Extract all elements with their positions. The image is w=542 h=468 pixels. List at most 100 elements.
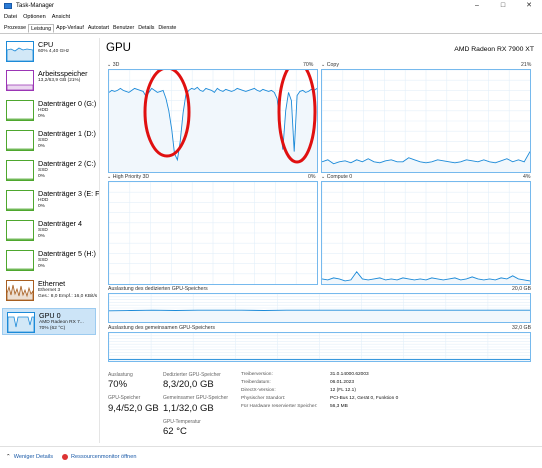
sidebar-item-detail: 70% (62 °C) bbox=[39, 325, 66, 331]
sidebar-item-label: Datenträger 4 bbox=[38, 219, 82, 228]
sidebar-thumbnail bbox=[6, 250, 34, 271]
engine-hp3d-graph bbox=[108, 181, 318, 285]
menu-bar: Datei Optionen Ansicht bbox=[0, 12, 70, 21]
tab-leistung[interactable]: Leistung bbox=[28, 24, 55, 33]
engine-3d-name[interactable]: 3D bbox=[113, 62, 120, 68]
sidebar-thumbnail-graph bbox=[7, 178, 33, 180]
sidebar-divider bbox=[99, 38, 100, 443]
driver-date-value: 06.01.2023 bbox=[330, 380, 355, 385]
sidebar-thumbnail-graph bbox=[7, 208, 33, 210]
sidebar-item-detail: 13,2/63,9 GB (21%) bbox=[38, 78, 81, 83]
sidebar-item-detail: 0% bbox=[38, 203, 45, 209]
sidebar-thumbnail-line bbox=[7, 84, 33, 90]
sidebar-thumbnail-graph bbox=[7, 284, 33, 300]
sidebar-item-detail: 0% bbox=[38, 263, 45, 269]
resource-monitor-label: Ressourcenmonitor öffnen bbox=[71, 454, 137, 460]
dedicated-memory-max: 20,0 GB bbox=[512, 286, 532, 292]
tab-dienste[interactable]: Dienste bbox=[156, 24, 178, 33]
sidebar-thumbnail-graph bbox=[7, 238, 33, 240]
engine-compute-name[interactable]: Compute 0 bbox=[327, 174, 352, 180]
sidebar-item-label: Datenträger 2 (C:) bbox=[38, 159, 96, 168]
sidebar-thumbnail-line bbox=[7, 284, 33, 300]
menu-ansicht[interactable]: Ansicht bbox=[52, 14, 70, 20]
tab-autostart[interactable]: Autostart bbox=[86, 24, 111, 33]
gpu-model-name: AMD Radeon RX 7900 XT bbox=[454, 46, 534, 53]
footer-bar: ⌃ Weniger Details Ressourcenmonitor öffn… bbox=[0, 446, 542, 468]
resource-sidebar: CPU 60% 4,40 GHz Arbeitsspeicher 13,2/63,9 … bbox=[0, 38, 100, 443]
shared-memory-max: 32,0 GB bbox=[512, 325, 532, 331]
task-manager-icon bbox=[4, 3, 12, 9]
sidebar-thumbnail-line bbox=[8, 316, 34, 332]
sidebar-item-detail: 60% 4,40 GHz bbox=[38, 49, 70, 54]
directx-version-key: DirectX-Version: bbox=[241, 388, 276, 393]
sidebar-thumbnail bbox=[6, 280, 34, 301]
sidebar-item-label: Datenträger 3 (E: F bbox=[38, 189, 100, 198]
sidebar-item-label: Datenträger 5 (H:) bbox=[38, 249, 96, 258]
sidebar-item-label: Ethernet bbox=[38, 279, 66, 288]
sidebar-thumbnail bbox=[6, 100, 34, 121]
engine-compute-label: ⌄ Compute 0 bbox=[321, 174, 353, 180]
tab-prozesse[interactable]: Prozesse bbox=[2, 24, 28, 33]
engine-hp3d-name[interactable]: High Priority 3D bbox=[113, 174, 149, 180]
sidebar-item-6[interactable]: Datenträger 4 SSD 0% bbox=[2, 217, 96, 244]
title-bar: Task-Manager – □ ✕ bbox=[0, 0, 542, 12]
sidebar-item-0[interactable]: CPU 60% 4,40 GHz bbox=[2, 38, 96, 65]
engine-hp3d-value: 0% bbox=[308, 174, 316, 180]
sidebar-item-9[interactable]: GPU 0 AMD Radeon RX 7... 70% (62 °C) bbox=[2, 308, 96, 335]
sidebar-thumbnail-graph bbox=[7, 148, 33, 150]
sidebar-thumbnail-graph bbox=[7, 268, 33, 270]
close-button[interactable]: ✕ bbox=[516, 0, 542, 12]
tab-details[interactable]: Details bbox=[136, 24, 156, 33]
sidebar-thumbnail-graph bbox=[7, 84, 33, 90]
sidebar-thumbnail bbox=[6, 70, 34, 91]
dedicated-memory-chart bbox=[109, 294, 530, 322]
dedicated-memory-stat-label: Dedizierter GPU-Speicher bbox=[163, 372, 221, 378]
dedicated-memory-stat-value: 8,3/20,0 GB bbox=[163, 379, 214, 390]
reserved-memory-key: Für Hardware reservierter Speicher: bbox=[241, 404, 318, 409]
sidebar-thumbnail bbox=[6, 130, 34, 151]
engine-3d-label: ⌄ 3D bbox=[107, 62, 120, 68]
shared-memory-graph bbox=[108, 332, 531, 362]
shared-memory-chart bbox=[109, 333, 530, 361]
engine-compute-chart bbox=[322, 182, 530, 284]
menu-datei[interactable]: Datei bbox=[4, 14, 17, 20]
menu-optionen[interactable]: Optionen bbox=[23, 14, 46, 20]
maximize-button[interactable]: □ bbox=[490, 0, 516, 12]
sidebar-thumbnail-line bbox=[7, 47, 33, 61]
utilization-label: Auslastung bbox=[108, 372, 133, 378]
sidebar-item-8[interactable]: Ethernet Ethernet 3 Ges.: 8,0 Empf.: 16,0 … bbox=[2, 277, 98, 304]
sidebar-item-detail: 0% bbox=[38, 233, 45, 239]
sidebar-thumbnail-line bbox=[7, 118, 33, 120]
engine-3d-chart bbox=[109, 70, 317, 172]
sidebar-item-label: Datenträger 0 (G:) bbox=[38, 99, 97, 108]
sidebar-item-2[interactable]: Datenträger 0 (G:) HDD 0% bbox=[2, 97, 96, 124]
engine-copy-chart bbox=[322, 70, 530, 172]
sidebar-item-3[interactable]: Datenträger 1 (D:) SSD 0% bbox=[2, 127, 96, 154]
sidebar-item-4[interactable]: Datenträger 2 (C:) SSD 0% bbox=[2, 157, 96, 184]
tab-divider bbox=[0, 33, 542, 34]
tab-app-verlauf[interactable]: App-Verlauf bbox=[54, 24, 86, 33]
fewer-details-link[interactable]: ⌃ Weniger Details bbox=[6, 454, 53, 460]
engine-hp3d-chart bbox=[109, 182, 317, 284]
sidebar-item-label: GPU 0 bbox=[39, 311, 61, 320]
sidebar-item-detail: Ges.: 8,0 Empf.: 16,0 KBit/s bbox=[38, 293, 98, 299]
engine-copy-graph bbox=[321, 69, 531, 173]
chevron-up-icon: ⌃ bbox=[6, 454, 11, 460]
resource-monitor-icon bbox=[62, 454, 68, 460]
driver-version-key: Treiberversion: bbox=[241, 372, 273, 377]
sidebar-item-1[interactable]: Arbeitsspeicher 13,2/63,9 GB (21%) bbox=[2, 67, 96, 94]
fewer-details-label: Weniger Details bbox=[13, 454, 54, 460]
physical-location-key: Physischer Standort: bbox=[241, 396, 286, 401]
resource-monitor-link[interactable]: Ressourcenmonitor öffnen bbox=[62, 454, 137, 460]
physical-location-value: PCI-Bus 12, Gerät 0, Funktion 0 bbox=[330, 396, 399, 401]
dedicated-memory-label: Auslastung des dedizierten GPU-Speichers bbox=[108, 286, 208, 292]
sidebar-item-5[interactable]: Datenträger 3 (E: F HDD 0% bbox=[2, 187, 100, 214]
engine-copy-name[interactable]: Copy bbox=[327, 62, 339, 68]
engine-compute-value: 4% bbox=[523, 174, 531, 180]
sidebar-item-detail: 0% bbox=[38, 173, 45, 179]
engine-3d-graph bbox=[108, 69, 318, 173]
engine-3d-value: 70% bbox=[303, 62, 314, 68]
minimize-button[interactable]: – bbox=[464, 0, 490, 12]
tab-benutzer[interactable]: Benutzer bbox=[111, 24, 136, 33]
sidebar-item-7[interactable]: Datenträger 5 (H:) SSD 0% bbox=[2, 247, 96, 274]
